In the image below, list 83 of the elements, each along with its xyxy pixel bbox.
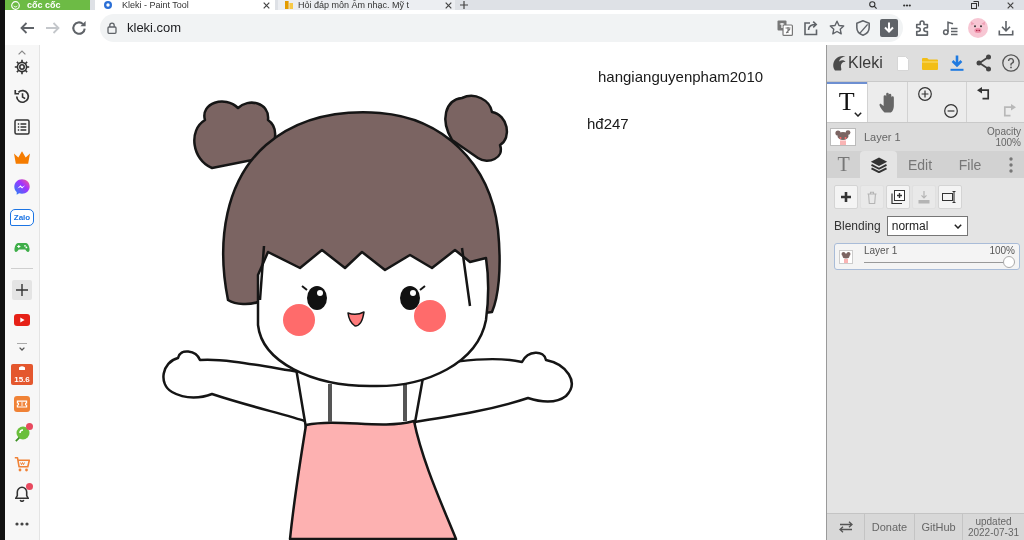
caret-icon xyxy=(853,112,862,117)
dots-icon[interactable] xyxy=(903,3,911,7)
browser-tab[interactable]: Kleki - Paint Tool xyxy=(95,0,275,10)
footer-button[interactable]: GitHub xyxy=(914,514,962,540)
download-icon[interactable] xyxy=(880,18,898,37)
undo-icon[interactable] xyxy=(976,87,990,101)
music-note-icon[interactable] xyxy=(942,19,958,36)
layer-thumbnail xyxy=(839,249,853,264)
share-icon[interactable] xyxy=(976,54,991,72)
share-icon[interactable] xyxy=(803,19,819,36)
crown-icon[interactable] xyxy=(14,150,30,164)
layer-item[interactable]: Layer 1 100% xyxy=(834,243,1020,270)
search-icon[interactable] xyxy=(869,1,877,9)
zoom-out-icon[interactable] xyxy=(943,104,958,118)
chat-app-button[interactable]: Zalo xyxy=(10,208,34,226)
play-button-icon[interactable] xyxy=(14,314,30,326)
rename-icon xyxy=(942,191,958,203)
ticket-icon[interactable] xyxy=(14,396,30,412)
duplicate-icon xyxy=(891,190,905,204)
hand-icon xyxy=(879,91,896,113)
canvas-text: hangianguyenpham2010 xyxy=(598,68,764,85)
merge-down-icon xyxy=(918,190,930,204)
translate-icon[interactable] xyxy=(777,19,793,36)
layer-name: Layer 1 xyxy=(864,131,901,143)
plus-icon xyxy=(841,192,851,202)
bag-icon xyxy=(19,365,25,370)
download-icon[interactable] xyxy=(949,55,964,71)
chevron-down-icon[interactable] xyxy=(17,342,27,352)
add-button[interactable] xyxy=(12,280,32,300)
lock-icon[interactable] xyxy=(107,21,117,34)
panel-tab[interactable]: Edit xyxy=(897,151,943,178)
plus-icon[interactable] xyxy=(460,1,468,9)
caret-up-icon[interactable] xyxy=(18,49,26,55)
caret-icon xyxy=(953,223,962,229)
opacity-label: Opacity xyxy=(987,126,1021,137)
blending-label: Blending xyxy=(834,219,881,233)
puzzle-icon[interactable] xyxy=(914,19,930,36)
swap-arrows-icon xyxy=(838,521,853,533)
zoom-in-icon[interactable] xyxy=(918,87,932,101)
opacity-value: 100% xyxy=(995,137,1021,148)
bell-icon[interactable] xyxy=(15,486,29,502)
restore-icon[interactable] xyxy=(971,1,979,9)
footer-button[interactable]: Donate xyxy=(864,514,914,540)
layers-icon xyxy=(869,156,888,173)
update-date: updated 2022-07-31 xyxy=(962,514,1024,540)
slider-thumb[interactable] xyxy=(1003,256,1015,268)
chat-bubble-icon[interactable] xyxy=(14,179,30,195)
close-icon[interactable] xyxy=(1006,1,1014,9)
trash-icon xyxy=(867,190,877,204)
download-icon[interactable] xyxy=(998,19,1014,36)
circular-arrow-icon[interactable] xyxy=(71,19,87,36)
list-icon[interactable] xyxy=(14,119,30,135)
help-icon[interactable] xyxy=(1001,54,1020,72)
add-layer-button[interactable] xyxy=(834,185,858,209)
shield-icon[interactable] xyxy=(856,19,870,36)
pig-icon[interactable] xyxy=(968,17,988,38)
favicon-icon xyxy=(285,1,293,9)
rename-layer-button[interactable] xyxy=(938,185,962,209)
panel-tab[interactable]: File xyxy=(943,151,997,178)
close-icon[interactable] xyxy=(263,1,270,9)
leaf-logo-icon xyxy=(832,55,846,71)
plus-icon xyxy=(16,284,28,296)
history-icon[interactable] xyxy=(14,89,30,105)
canvas-text: hđ247 xyxy=(587,115,629,132)
more-icon[interactable] xyxy=(15,522,29,526)
panel-tab[interactable] xyxy=(860,151,897,178)
duplicate-layer-button[interactable] xyxy=(886,185,910,209)
browser-tab[interactable]: Hỏi đáp môn Âm nhạc. Mỹ t xyxy=(278,0,455,10)
layer-thumbnail xyxy=(830,128,856,146)
layer-opacity: 100% xyxy=(989,245,1015,256)
settings-icon[interactable] xyxy=(14,59,30,75)
lollipop-icon[interactable] xyxy=(14,426,30,442)
app-title: Kleki xyxy=(848,54,883,72)
gamepad-icon[interactable] xyxy=(14,241,30,253)
star-icon[interactable] xyxy=(829,19,845,36)
more-icon xyxy=(1008,156,1013,173)
address-bar[interactable]: kleki.com xyxy=(100,13,903,42)
text-tool-button[interactable]: T xyxy=(827,82,868,122)
layer-name: Layer 1 xyxy=(864,245,898,256)
blend-mode-dropdown[interactable]: normal xyxy=(886,216,968,236)
close-icon[interactable] xyxy=(445,1,452,9)
panel-tab[interactable]: T xyxy=(827,151,860,178)
sale-app-button[interactable]: 15.6 xyxy=(11,363,33,385)
